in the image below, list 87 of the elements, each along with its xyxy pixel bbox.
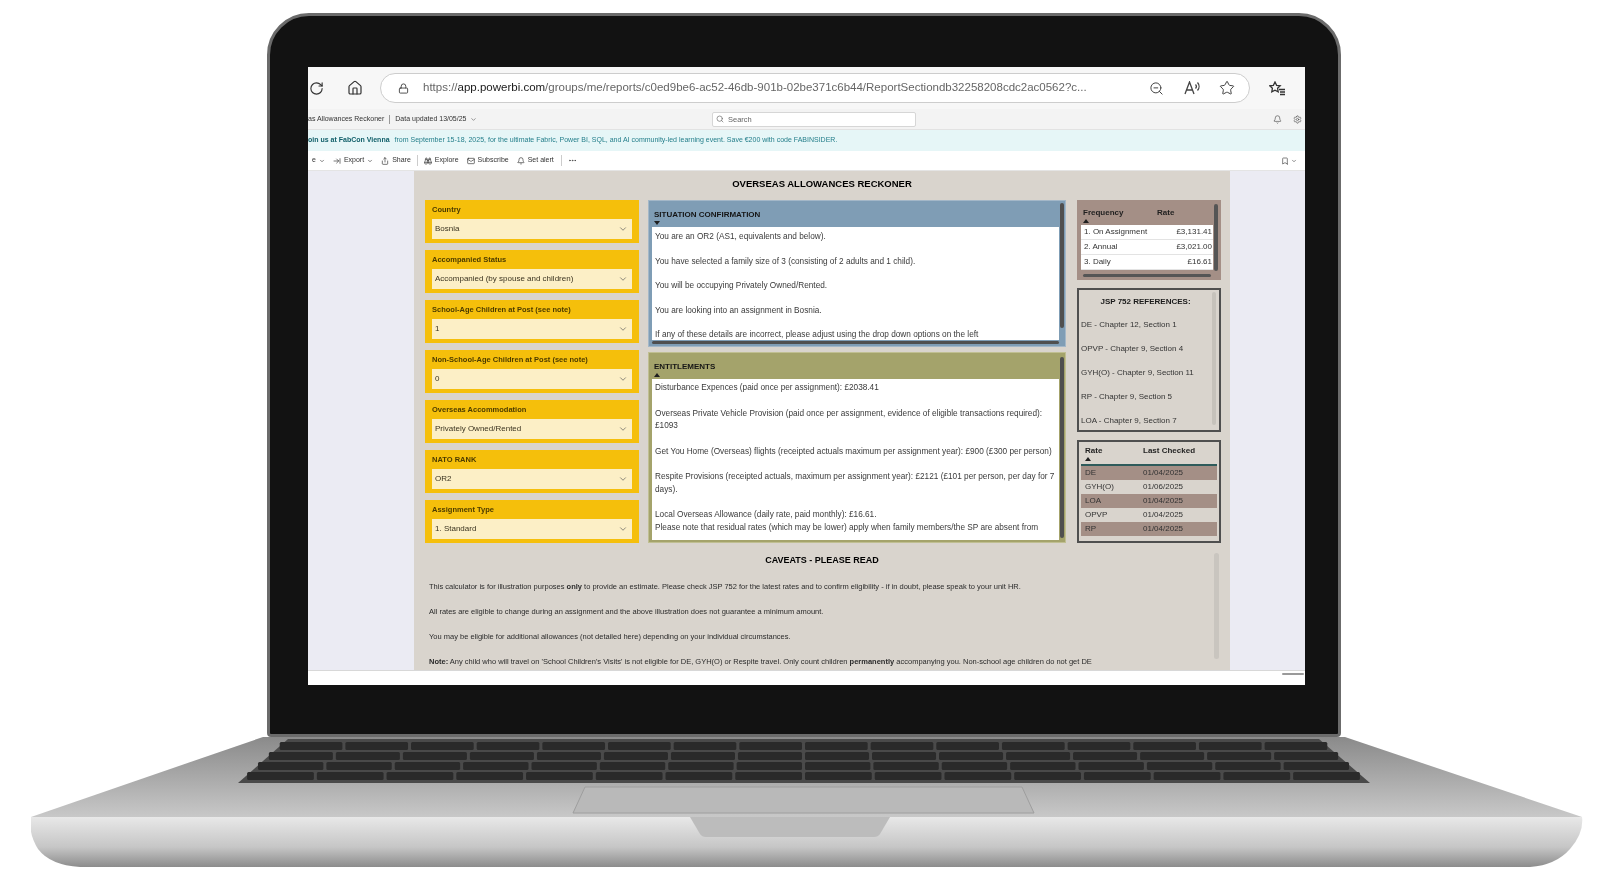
scrollbar-thumb[interactable] [1060, 357, 1064, 538]
caret-icon [318, 157, 325, 164]
column-header[interactable]: Rate [1157, 208, 1175, 218]
paragraph-text: You are an OR2 (AS1, equivalents and below). [655, 232, 827, 242]
chevron-down-icon [618, 374, 628, 384]
paragraph-text: You will be occupying Privately Owned/Rented. [655, 281, 829, 291]
paragraph-text: Overseas Private Vehicle Provision (paid once per assignment, evidence of eligible transactions required): £1093 [655, 407, 1044, 432]
table-cell: RP [1085, 524, 1097, 534]
reference-text: GYH(O) - Chapter 9, Section 11 [1081, 368, 1194, 378]
paragraph-text: If any of these details are incorrect, please adjust using the drop down options on the left [655, 330, 980, 340]
report-title: OVERSEAS ALLOWANCES RECKONER [732, 176, 912, 191]
panel-title: JSP 752 REFERENCES: [1100, 297, 1191, 307]
chevron-down-icon [618, 424, 628, 434]
chevron-down-icon [618, 324, 628, 334]
table-cell: LOA [1085, 496, 1101, 506]
favorite-star-icon[interactable] [1219, 80, 1235, 96]
table-cell: 01/06/2025 [1143, 482, 1184, 492]
address-bar[interactable]: https://app.powerbi.com/groups/me/reports/c0ed9be6-ac52-46db-901b-02be371c6b44/ReportSectiondb32258208cdc2ac0562?c... [380, 73, 1250, 103]
table-cell: 01/04/2025 [1143, 510, 1184, 520]
more-options-icon[interactable] [567, 156, 577, 165]
share-icon [381, 156, 390, 165]
settings-icon[interactable] [1293, 114, 1302, 124]
panel-title: ENTITLEMENTS [654, 362, 716, 372]
arrow-to-line-icon [332, 156, 341, 165]
chevron-down-icon [618, 524, 628, 534]
chevron-down-icon [618, 224, 628, 234]
table-cell: 01/04/2025 [1143, 468, 1184, 478]
section-title: CAVEATS - PLEASE READ [765, 555, 879, 566]
table-cell: £16.61 [1187, 257, 1212, 267]
sort-descending-icon[interactable] [654, 221, 660, 225]
reference-text: OPVP - Chapter 9, Section 4 [1081, 344, 1184, 354]
dropdown-field[interactable]: 1. Standard [432, 519, 632, 539]
table-cell: OPVP [1085, 510, 1108, 520]
scrollbar-thumb[interactable] [1083, 274, 1211, 277]
table-cell: 01/04/2025 [1143, 496, 1184, 506]
table-cell: £3,131.41 [1176, 227, 1212, 237]
paragraph-text: Please note that residual rates (which may be lower) apply when family members/the SP are absent from [655, 521, 1040, 534]
paragraph-text: You have selected a family size of 3 (consisting of 2 adults and 1 child). [655, 256, 917, 267]
dropdown-field[interactable]: 0 [432, 369, 632, 389]
chevron-down-icon [618, 274, 628, 284]
table-cell: GYH(O) [1085, 482, 1114, 492]
paragraph-text: Disturbance Expences (paid once per assignment): £2038.41 [655, 382, 880, 394]
favorites-icon[interactable] [1269, 80, 1286, 96]
sort-ascending-icon[interactable] [654, 373, 660, 377]
home-icon[interactable] [347, 80, 363, 96]
paragraph-text: You are looking into an assignment in Bosnia. [655, 305, 823, 316]
paragraph-text: Get You Home (Overseas) flights (receipted actuals maximum per assignment year): £900 (£300 per person) [655, 445, 1053, 458]
reference-text: LOA - Chapter 9, Section 7 [1081, 416, 1177, 426]
dropdown-field[interactable]: Privately Owned/Rented [432, 419, 632, 439]
scrollbar-thumb[interactable] [1214, 204, 1218, 271]
table-cell: 2. Annual [1084, 242, 1118, 252]
scrollbar-thumb[interactable] [652, 341, 1059, 344]
dropdown-field[interactable]: 1 [432, 319, 632, 339]
table-cell: 01/04/2025 [1143, 524, 1184, 534]
search-icon [716, 115, 724, 123]
dropdown-field[interactable]: Bosnia [432, 219, 632, 239]
binoculars-icon [423, 156, 432, 165]
table-cell: £3,021.00 [1176, 242, 1212, 252]
zoom-out-icon[interactable] [1149, 80, 1164, 96]
caret-icon[interactable] [469, 115, 477, 123]
dropdown-field[interactable]: Accompanied (by spouse and children) [432, 269, 632, 289]
sort-ascending-icon[interactable] [1083, 219, 1089, 223]
dropdown-field[interactable]: OR2 [432, 469, 632, 489]
reference-text: DE - Chapter 12, Section 1 [1081, 320, 1177, 330]
bookmark-icon[interactable] [1281, 156, 1289, 165]
sort-ascending-icon[interactable] [1085, 457, 1091, 461]
chevron-down-icon [618, 474, 628, 484]
table-cell: 1. On Assignment [1084, 227, 1148, 237]
bell-icon [516, 156, 525, 165]
caret-icon [367, 157, 374, 164]
refresh-icon[interactable] [309, 80, 324, 96]
table-cell: DE [1085, 468, 1097, 478]
column-header[interactable]: Frequency [1083, 208, 1124, 218]
lock-icon[interactable] [398, 82, 409, 94]
paragraph-text: Local Overseas Allowance (daily rate, paid monthly): £16.61. [655, 509, 878, 521]
column-header[interactable]: Last Checked [1143, 446, 1196, 456]
reference-text: RP - Chapter 9, Section 5 [1081, 392, 1172, 402]
read-aloud-icon[interactable] [1184, 81, 1200, 95]
table-cell: 3. Daily [1084, 257, 1111, 267]
panel-title: SITUATION CONFIRMATION [654, 210, 761, 220]
scrollbar-thumb[interactable] [1282, 673, 1304, 675]
caret-icon[interactable] [1291, 157, 1297, 164]
paragraph-text: Respite Provisions (receipted actuals, maximum per assignment year): £2121 (£101 per person, per day for 7 days). [655, 471, 1055, 496]
column-header[interactable]: Rate [1085, 446, 1103, 456]
mail-icon [466, 156, 475, 165]
notifications-icon[interactable] [1273, 114, 1282, 124]
scrollbar-thumb[interactable] [1060, 203, 1064, 328]
